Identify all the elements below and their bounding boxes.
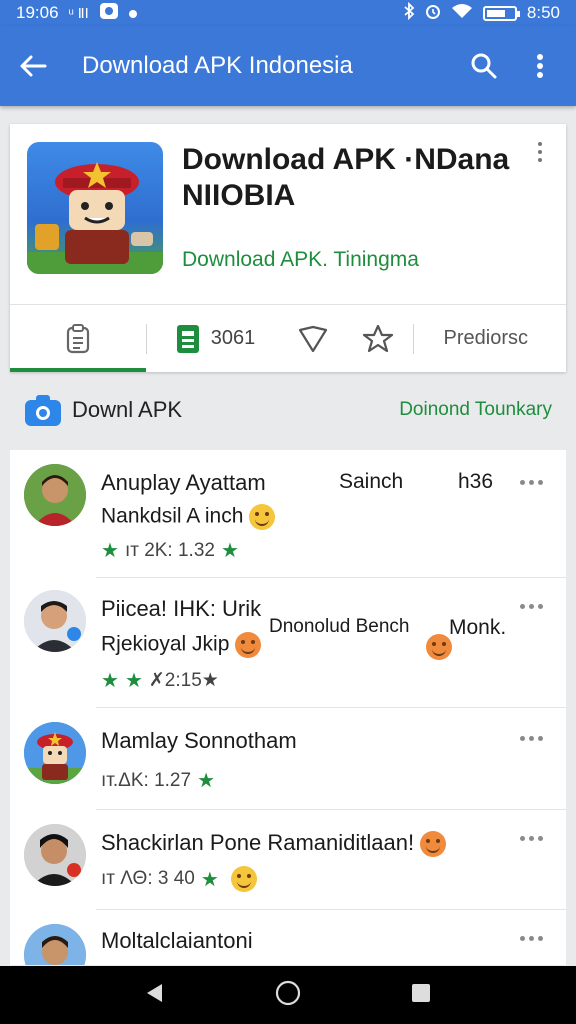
avatar (24, 824, 86, 886)
list-item[interactable]: Piicea! IHK: Urik Dnonolud Bench Monk. R… (10, 578, 566, 708)
arrow-back-icon (20, 55, 47, 77)
nav-recents-button[interactable] (410, 982, 432, 1009)
alarm-icon (425, 2, 441, 25)
clipboard-icon (66, 323, 90, 353)
download-count: 3061 (210, 327, 256, 349)
item-extra-label: Monk. (449, 616, 507, 639)
item-rating: ★ ıт 2K: 1.32 ★ (101, 539, 239, 563)
grin-emoji-icon (230, 866, 257, 892)
app-title-line2: NIIOBIA (182, 179, 296, 212)
system-nav-bar (0, 966, 576, 1024)
more-horiz-icon[interactable] (520, 732, 548, 744)
list-item[interactable]: Anuplay Ayattam Sainch h36 Nankdsil A in… (10, 450, 566, 578)
item-rating: ıт.ΔΚ: 1.27 ★ (101, 769, 215, 793)
more-horiz-icon[interactable] (520, 476, 548, 488)
app-title: Download APK ·NDana NIIOBIA (182, 142, 522, 214)
camera-icon (25, 395, 61, 426)
card-more-button[interactable] (530, 142, 550, 166)
status-dot-icon (128, 3, 137, 23)
review-list: Anuplay Ayattam Sainch h36 Nankdsil A in… (10, 450, 566, 965)
bluetooth-icon (403, 1, 415, 25)
item-subtitle: Nankdsil A inch (101, 504, 276, 530)
more-horiz-icon[interactable] (520, 600, 548, 612)
downloads-action[interactable]: 3061 (147, 305, 283, 372)
game-character-icon (27, 162, 163, 274)
avatar (24, 722, 86, 784)
item-subtitle: Rjekioyal Jkip (101, 632, 262, 658)
status-bar: 19:06 ᵘ ⅡⅠ 8:50 (0, 0, 576, 26)
wifi-icon (451, 3, 473, 24)
nav-home-button[interactable] (275, 980, 301, 1011)
status-right-time: 8:50 (526, 3, 560, 22)
laugh-emoji-icon (235, 632, 262, 658)
square-recents-icon (411, 983, 430, 1002)
action-row: 3061 Prediorsc (10, 305, 566, 372)
nav-back-button[interactable] (144, 982, 166, 1009)
star-outline-icon (362, 324, 394, 352)
avatar (24, 590, 86, 652)
clipboard-tab[interactable] (10, 305, 146, 372)
circle-home-icon (275, 980, 301, 1005)
shield-icon (298, 325, 328, 352)
item-name: Mamlay Sonnotham (101, 728, 297, 753)
favorite-action[interactable] (343, 305, 413, 372)
item-rating: ıт ΛΘ: 3 40 ★ (101, 866, 257, 892)
section-see-all-link[interactable]: Doinond Tounkary (399, 399, 552, 421)
overflow-menu-button[interactable] (520, 46, 560, 86)
item-extra-label: h36 (458, 470, 494, 493)
search-button[interactable] (464, 46, 504, 86)
battery-icon (482, 5, 520, 21)
predictions-action[interactable]: Prediorsc (414, 305, 544, 372)
more-vert-icon (537, 54, 543, 78)
item-extra-label: Sainch (339, 470, 404, 493)
page-title: Download APK Indonesia (82, 52, 353, 79)
item-name: Shackirlan Pone Ramaniditlaan! (101, 830, 447, 858)
app-bar: Download APK Indonesia (0, 26, 576, 106)
list-item[interactable]: Mamlay Sonnotham ıт.ΔΚ: 1.27 ★ (10, 708, 566, 810)
smile-emoji-icon (249, 504, 276, 530)
item-name: Anuplay Ayattam (101, 470, 266, 495)
item-extra-label: Dnonolud Bench (269, 616, 410, 637)
list-item[interactable]: Shackirlan Pone Ramaniditlaan! ıт ΛΘ: 3 … (10, 810, 566, 910)
status-time: 19:06 (16, 3, 59, 22)
app-icon[interactable] (27, 142, 163, 274)
item-name: Moltalclaiantoni (101, 928, 253, 953)
back-button[interactable] (16, 49, 50, 83)
section-title: Downl APK (72, 397, 183, 422)
blush-emoji-icon (420, 831, 447, 858)
laugh-emoji-icon (426, 634, 452, 660)
app-title-line1: Download APK ·NDana (182, 143, 510, 176)
status-notification-icon: ᵘ ⅡⅠ (68, 4, 89, 21)
more-horiz-icon[interactable] (520, 832, 548, 844)
more-horiz-icon[interactable] (520, 932, 548, 944)
item-name: Piicea! IHK: Urik (101, 596, 262, 621)
document-green-icon (176, 324, 199, 353)
app-card: Download APK ·NDana NIIOBIA Download APK… (10, 124, 566, 372)
search-icon (471, 53, 497, 79)
app-developer-link[interactable]: Download APK. Tiningma (182, 248, 419, 272)
status-app-icon (99, 2, 119, 25)
predictions-label: Prediorsc (443, 327, 528, 349)
item-rating: ★ ★ ✗2:15★ (101, 670, 219, 692)
avatar (24, 464, 86, 526)
shield-action[interactable] (283, 305, 343, 372)
avatar (24, 924, 86, 965)
list-item[interactable]: Moltalclaiantoni (10, 910, 566, 965)
triangle-back-icon (147, 983, 163, 1002)
section-header: Downl APK Doinond Tounkary (24, 390, 552, 430)
